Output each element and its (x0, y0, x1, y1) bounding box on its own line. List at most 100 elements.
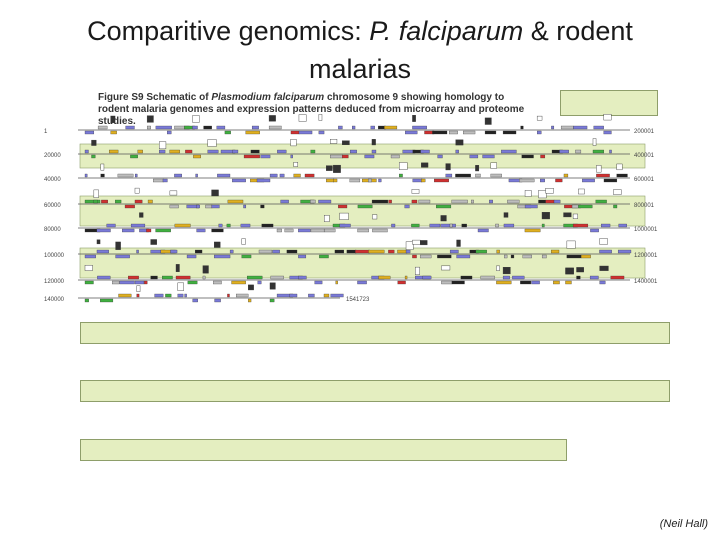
gene-mark (217, 173, 231, 178)
gene-mark (595, 199, 607, 204)
gene-mark (565, 280, 572, 285)
gene-mark (97, 275, 111, 280)
expression-mark (110, 115, 116, 123)
gene-mark (592, 149, 605, 154)
gene-mark (154, 293, 164, 298)
gene-mark (364, 154, 375, 159)
gene-mark (404, 204, 410, 209)
gene-mark (251, 125, 259, 130)
highlight-box-2 (80, 380, 670, 402)
expression-mark (339, 212, 349, 220)
gene-mark (169, 149, 180, 154)
gene-mark (563, 173, 569, 178)
gene-mark (441, 280, 453, 285)
ruler-left-label: 60000 (44, 203, 61, 209)
ruler-left-label: 100000 (44, 253, 65, 259)
gene-mark (384, 125, 398, 130)
gene-mark (243, 154, 260, 159)
gene-mark (339, 223, 351, 228)
gene-mark (310, 149, 316, 154)
gene-mark (501, 149, 517, 154)
ruler-right-label: 1400001 (634, 279, 658, 285)
ruler-right-label: 200001 (634, 129, 655, 135)
credit: (Neil Hall) (659, 518, 708, 530)
gene-mark (338, 125, 343, 130)
gene-mark (421, 178, 426, 183)
gene-mark (372, 228, 388, 233)
gene-mark (112, 280, 120, 285)
expression-mark (576, 267, 584, 273)
gene-mark (213, 280, 222, 285)
gene-mark (232, 149, 239, 154)
gene-mark (118, 293, 132, 298)
expression-mark (372, 214, 378, 220)
gene-mark (162, 178, 168, 183)
gene-mark (572, 223, 589, 228)
expression-mark (405, 241, 414, 250)
gene-mark (512, 275, 525, 280)
gene-mark (192, 298, 198, 303)
gene-mark (451, 280, 465, 285)
gene-mark (578, 204, 593, 209)
gene-mark (250, 149, 260, 154)
gene-mark (136, 293, 140, 298)
gene-mark (471, 199, 474, 204)
gene-mark (463, 130, 476, 135)
gene-mark (298, 130, 313, 135)
gene-mark (97, 125, 108, 130)
gene-mark (418, 199, 431, 204)
gene-mark (432, 130, 448, 135)
gene-mark (449, 223, 453, 228)
highlight-box-3 (80, 439, 567, 461)
gene-mark (203, 125, 212, 130)
expression-mark (596, 165, 602, 173)
gene-mark (420, 149, 430, 154)
gene-mark (147, 199, 153, 204)
gene-mark (334, 249, 345, 254)
title-suffix: & rodent (523, 16, 633, 46)
gene-mark (531, 280, 540, 285)
gene-mark (128, 275, 139, 280)
gene-mark (455, 173, 471, 178)
gene-mark (243, 204, 247, 209)
gene-mark (404, 275, 408, 280)
gene-mark (170, 249, 178, 254)
gene-mark (91, 154, 96, 159)
gene-mark (603, 178, 618, 183)
expression-mark (441, 265, 451, 271)
expression-mark (421, 162, 429, 168)
ruler-right-label: 400001 (634, 153, 655, 159)
expression-mark (326, 165, 333, 171)
gene-mark (412, 178, 423, 183)
gene-mark (196, 228, 206, 233)
gene-mark (437, 154, 443, 159)
gene-mark (540, 178, 545, 183)
gene-mark (496, 280, 512, 285)
gene-mark (368, 249, 385, 254)
gene-mark (280, 199, 289, 204)
ruler-right-label: 800001 (634, 203, 655, 209)
gene-mark (134, 199, 143, 204)
gene-mark (524, 228, 541, 233)
gene-mark (412, 254, 417, 259)
gene-mark (456, 254, 471, 259)
gene-mark (162, 275, 173, 280)
gene-mark (226, 223, 231, 228)
gene-mark (232, 178, 246, 183)
gene-mark (349, 178, 361, 183)
expression-mark (91, 139, 97, 146)
gene-mark (216, 125, 226, 130)
gene-mark (241, 254, 252, 259)
expression-mark (563, 212, 572, 218)
expression-mark (412, 115, 416, 122)
gene-mark (378, 178, 382, 183)
gene-mark (559, 149, 569, 154)
gene-mark (256, 178, 271, 183)
expression-mark (324, 215, 330, 222)
gene-mark (310, 199, 316, 204)
gene-mark (276, 228, 282, 233)
gene-mark (593, 125, 604, 130)
expression-mark (290, 139, 297, 147)
gene-mark (246, 275, 263, 280)
gene-mark (169, 204, 179, 209)
